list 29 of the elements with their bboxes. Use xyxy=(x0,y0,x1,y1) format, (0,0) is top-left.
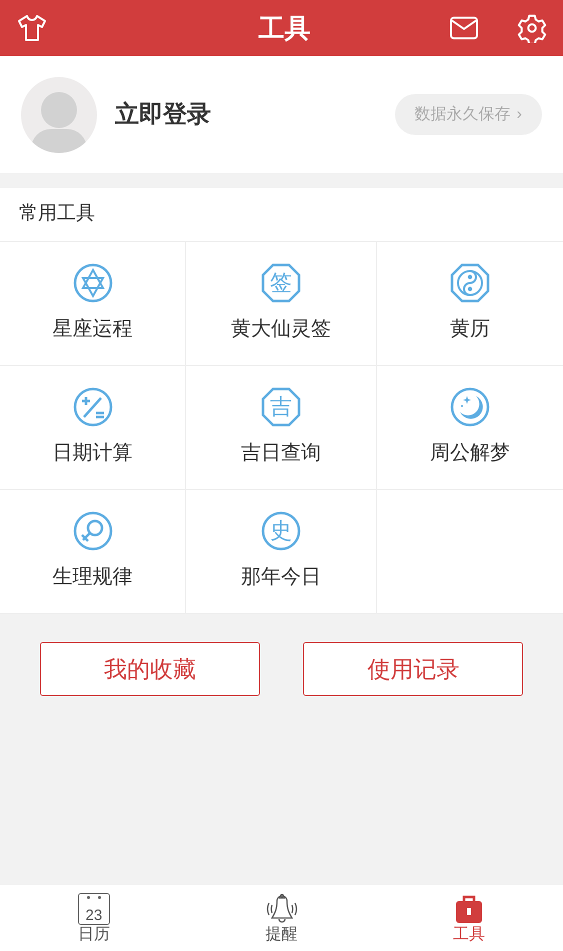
tab-item[interactable]: 提醒 xyxy=(188,885,376,951)
tool-icon xyxy=(72,263,112,303)
tool-label[interactable]: 吉日查询 xyxy=(241,438,321,468)
tool-label[interactable]: 周公解梦 xyxy=(430,438,510,468)
tool-icon: 史 xyxy=(261,511,301,551)
tool-label[interactable]: 生理规律 xyxy=(52,562,132,592)
tool-label[interactable]: 黄历 xyxy=(450,314,490,344)
tool-icon xyxy=(72,387,112,427)
action-button[interactable]: 我的收藏 xyxy=(40,642,260,696)
section-title: 常用工具 xyxy=(19,202,95,226)
tool-label[interactable]: 黄大仙灵签 xyxy=(231,314,331,344)
action-button[interactable]: 使用记录 xyxy=(303,642,524,696)
tool-label[interactable]: 那年今日 xyxy=(241,562,321,592)
mail-icon[interactable] xyxy=(449,15,479,41)
calendar-icon: 23 xyxy=(78,893,110,925)
tool-icon xyxy=(72,511,112,551)
shirt-icon[interactable] xyxy=(16,12,48,44)
tool-label[interactable]: 日期计算 xyxy=(52,438,132,468)
tool-icon xyxy=(450,263,490,303)
tab-item[interactable]: 工具 xyxy=(375,885,563,951)
tab-item[interactable]: 23 日历 xyxy=(0,885,188,951)
tool-icon xyxy=(450,387,490,427)
login-link[interactable]: 立即登录 xyxy=(115,96,395,132)
tool-label[interactable]: 星座运程 xyxy=(52,314,132,344)
tool-icon: 签 xyxy=(261,263,301,303)
tool-icon: 吉 xyxy=(261,387,301,427)
page-title: 工具 xyxy=(258,12,310,44)
settings-icon[interactable] xyxy=(517,13,547,43)
bell-icon xyxy=(264,893,298,925)
